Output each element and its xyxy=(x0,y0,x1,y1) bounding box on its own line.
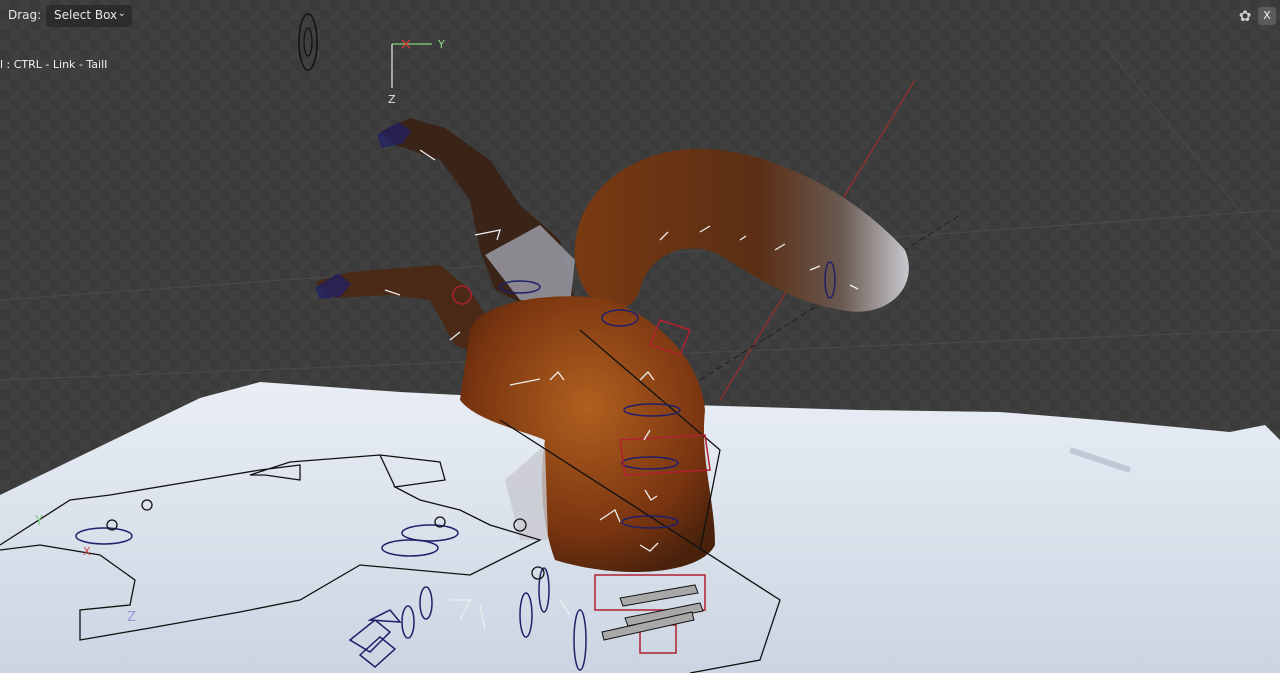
3d-viewport[interactable]: Y Z Y X Z xyxy=(0,0,1280,673)
viewport-header: Drag: Select Box ⌄ ✿ X xyxy=(0,0,1280,32)
axis-x-label-ground: X xyxy=(83,545,91,558)
drag-mode-dropdown[interactable]: Select Box ⌄ xyxy=(46,5,132,27)
axis-gizmo xyxy=(391,39,432,88)
axis-z-label: Z xyxy=(388,93,396,106)
close-button[interactable]: X xyxy=(1258,7,1276,25)
axis-y-label-ground: Y xyxy=(35,514,43,529)
drag-mode-value: Select Box xyxy=(54,8,118,22)
axis-y-label: Y xyxy=(438,38,445,51)
chevron-down-icon: ⌄ xyxy=(117,8,126,19)
scene-render xyxy=(0,13,1280,673)
drag-label: Drag: xyxy=(8,8,42,22)
butterfly-icon[interactable]: ✿ xyxy=(1236,7,1254,25)
active-object-label: l : CTRL - Link - TailI xyxy=(0,58,108,71)
axis-z-label-ground: Z xyxy=(127,610,136,625)
